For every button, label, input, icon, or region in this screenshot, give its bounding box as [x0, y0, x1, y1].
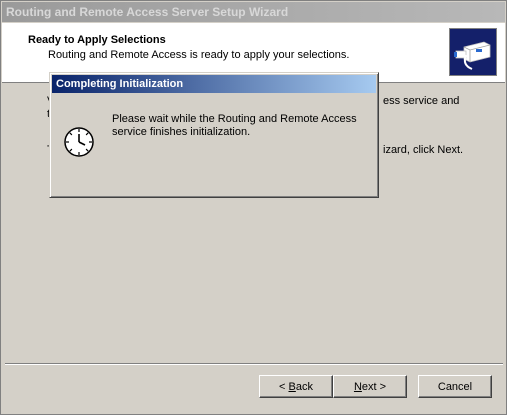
completing-initialization-dialog: Completing Initialization Please wait wh…: [49, 72, 379, 198]
next-button-label: ext >: [361, 380, 387, 393]
body-text-fragment: ess service and: [383, 95, 460, 107]
wizard-window: Routing and Remote Access Server Setup W…: [0, 0, 507, 415]
dialog-title-bar[interactable]: Completing Initialization: [52, 75, 376, 93]
network-cable-icon: [449, 28, 497, 76]
page-title: Ready to Apply Selections: [28, 34, 166, 46]
back-button-prefix: <: [279, 380, 289, 393]
body-text-fragment: izard, click Next.: [383, 144, 464, 156]
back-button-accelerator: B: [288, 380, 296, 393]
dialog-title: Completing Initialization: [56, 78, 184, 90]
dialog-message: Please wait while the Routing and Remote…: [112, 113, 357, 138]
next-button[interactable]: Next >: [333, 375, 407, 398]
wizard-title: Routing and Remote Access Server Setup W…: [6, 5, 289, 19]
cancel-button[interactable]: Cancel: [418, 375, 492, 398]
back-button[interactable]: < Back: [259, 375, 333, 398]
page-subtitle: Routing and Remote Access is ready to ap…: [48, 49, 350, 61]
next-button-accelerator: N: [353, 380, 362, 393]
clock-icon: [62, 125, 96, 159]
wizard-title-bar[interactable]: Routing and Remote Access Server Setup W…: [2, 2, 505, 22]
back-button-label: ack: [295, 380, 313, 393]
button-separator: [5, 363, 503, 365]
